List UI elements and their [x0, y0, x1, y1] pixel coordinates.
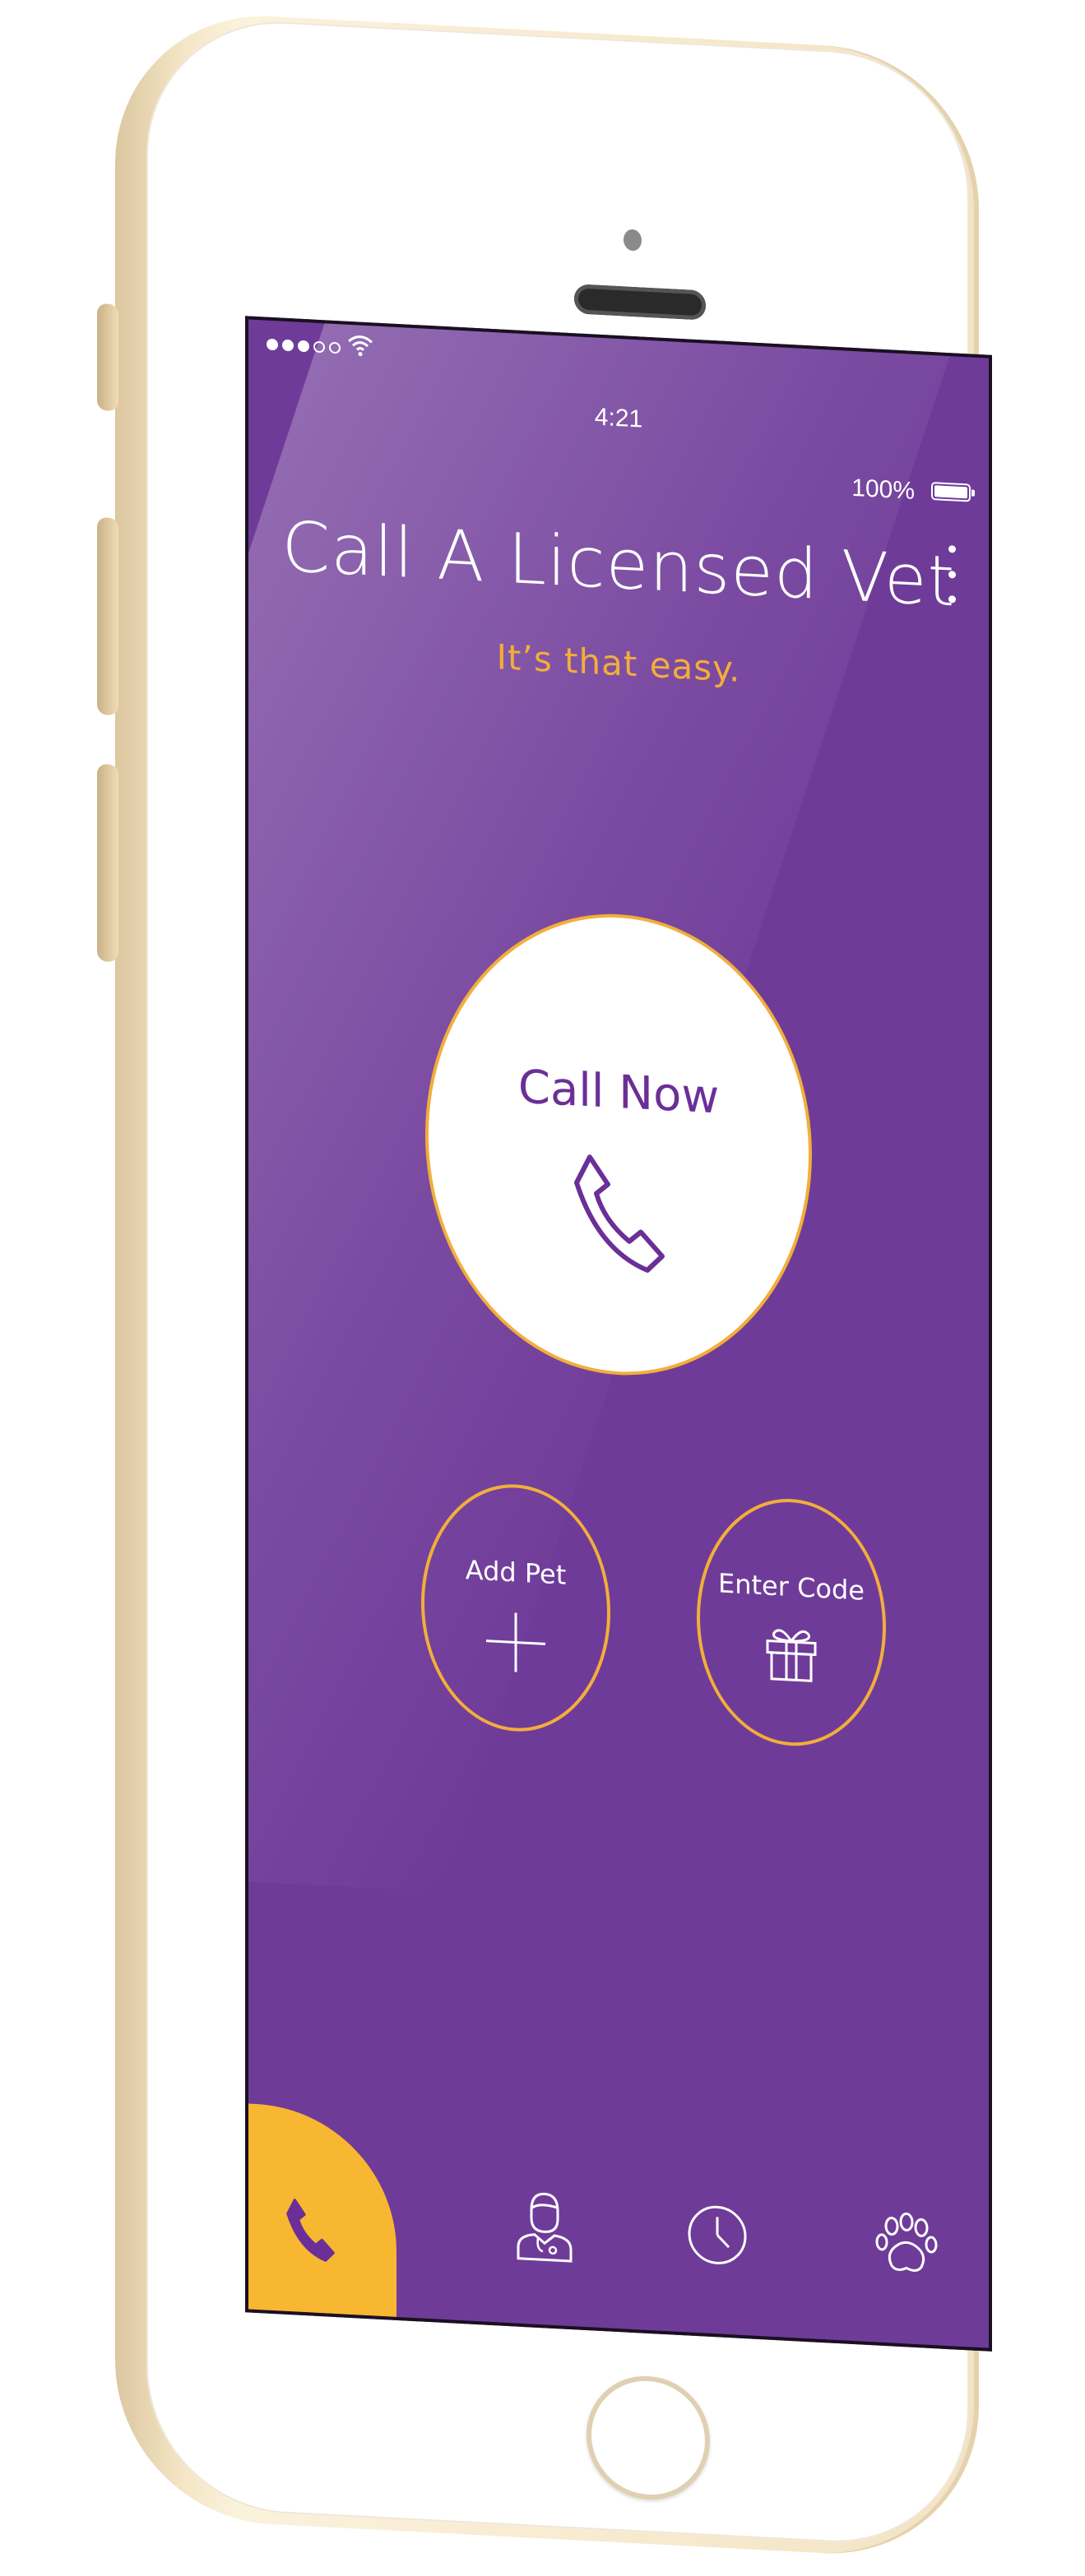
plus-icon	[486, 1612, 545, 1672]
wifi-icon	[348, 335, 373, 357]
phone-device: 4:21 100% Call A Licensed Vet It’s that …	[97, 8, 992, 2576]
proximity-sensor	[624, 229, 642, 252]
enter-code-button[interactable]: Enter Code	[697, 1494, 886, 1751]
signal-strength-icon	[267, 338, 341, 354]
phone-icon	[286, 2199, 335, 2262]
tab-vets[interactable]	[512, 2183, 577, 2268]
volume-down-button	[97, 763, 118, 963]
battery-icon	[931, 481, 971, 502]
status-bar: 4:21 100%	[248, 319, 989, 505]
enter-code-label: Enter Code	[718, 1567, 865, 1607]
home-button[interactable]	[587, 2373, 710, 2503]
mute-switch	[97, 303, 118, 412]
vet-doctor-icon	[517, 2192, 573, 2263]
earpiece-speaker	[574, 284, 706, 321]
app-screen: 4:21 100% Call A Licensed Vet It’s that …	[245, 316, 992, 2352]
add-pet-button[interactable]: Add Pet	[421, 1479, 610, 1737]
tab-history[interactable]	[684, 2192, 750, 2278]
call-now-label: Call Now	[517, 1060, 720, 1125]
clock-icon	[688, 2205, 747, 2264]
page-subtitle: It’s that easy.	[496, 636, 741, 690]
call-now-button[interactable]: Call Now	[425, 904, 812, 1385]
mockup-stage: 4:21 100% Call A Licensed Vet It’s that …	[0, 0, 1085, 2576]
volume-up-button	[97, 516, 118, 716]
gift-icon	[766, 1629, 817, 1682]
battery-percentage: 100%	[851, 474, 915, 505]
status-time: 4:21	[594, 403, 643, 433]
tab-pets[interactable]	[874, 2202, 939, 2287]
add-pet-label: Add Pet	[465, 1554, 567, 1591]
phone-face: 4:21 100% Call A Licensed Vet It’s that …	[146, 14, 992, 2550]
tab-call[interactable]	[248, 2103, 396, 2317]
phone-handset-icon	[574, 1154, 665, 1273]
paw-icon	[875, 2212, 938, 2272]
page-title: Call A Licensed Vet	[281, 506, 956, 622]
bottom-tab-bar	[248, 2095, 989, 2347]
